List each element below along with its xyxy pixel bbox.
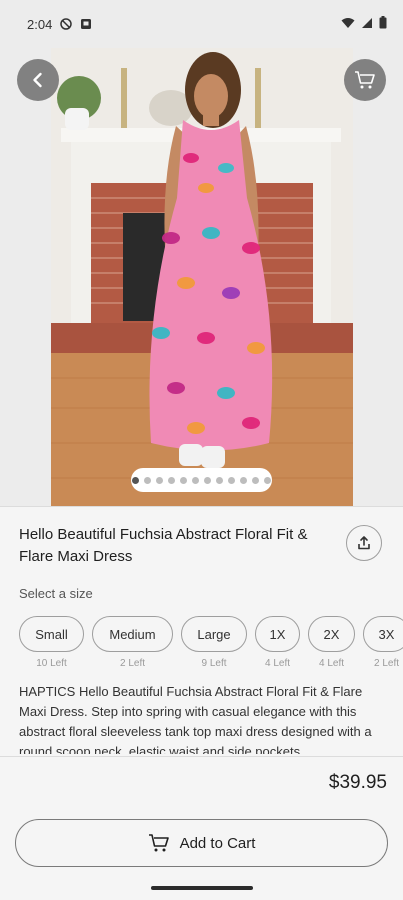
add-to-cart-button[interactable]: Add to Cart xyxy=(15,819,388,867)
cart-button[interactable] xyxy=(344,59,386,101)
divider xyxy=(0,756,403,757)
stock-left: 10 Left xyxy=(36,658,67,669)
share-button[interactable] xyxy=(346,525,382,561)
product-title: Hello Beautiful Fuchsia Abstract Floral … xyxy=(19,526,308,565)
pager-dot[interactable] xyxy=(180,476,187,484)
size-section-label: Select a size xyxy=(19,586,93,601)
stock-left: 2 Left xyxy=(119,658,146,669)
size-option-3x: 3X 2 Left xyxy=(363,616,403,669)
stock-left: 4 Left xyxy=(318,658,345,669)
back-button[interactable] xyxy=(17,59,59,101)
size-option-medium: Medium 2 Left xyxy=(92,616,173,669)
home-indicator[interactable] xyxy=(151,886,253,890)
cart-icon xyxy=(148,834,169,852)
stock-left: 9 Left xyxy=(201,658,227,669)
size-option-2x: 2X 4 Left xyxy=(308,616,355,669)
pager-dot[interactable] xyxy=(168,476,175,484)
size-chip[interactable]: 3X xyxy=(363,616,403,652)
pager-dot[interactable] xyxy=(228,476,235,484)
cart-icon xyxy=(355,71,375,89)
product-photo[interactable] xyxy=(51,48,353,506)
pager-dot[interactable] xyxy=(132,476,139,484)
size-chip[interactable]: Large xyxy=(181,616,247,652)
share-icon xyxy=(358,536,370,550)
status-time: 2:04 xyxy=(27,16,53,32)
pager-dot[interactable] xyxy=(240,476,247,484)
product-description: HAPTICS Hello Beautiful Fuchsia Abstract… xyxy=(19,684,372,754)
image-pager-dots[interactable] xyxy=(131,468,272,492)
product-price: $39.95 xyxy=(328,772,387,793)
size-chip[interactable]: Small xyxy=(19,616,84,652)
status-right xyxy=(341,16,387,32)
chevron-left-icon xyxy=(33,72,42,88)
pager-dot[interactable] xyxy=(192,476,199,484)
size-option-1x: 1X 4 Left xyxy=(255,616,300,669)
stock-left: 2 Left xyxy=(373,658,400,669)
size-option-small: Small 10 Left xyxy=(19,616,84,669)
size-chip[interactable]: Medium xyxy=(92,616,173,652)
status-left: 2:04 xyxy=(27,17,92,32)
battery-icon xyxy=(379,16,387,32)
pager-dot[interactable] xyxy=(264,476,271,484)
pager-dot[interactable] xyxy=(144,476,151,484)
signal-icon xyxy=(361,17,373,32)
notification-icon xyxy=(80,18,92,30)
image-gallery[interactable] xyxy=(0,48,403,506)
pager-dot[interactable] xyxy=(252,476,259,484)
size-chip[interactable]: 2X xyxy=(308,616,355,652)
size-option-large: Large 9 Left xyxy=(181,616,247,669)
stock-left: 4 Left xyxy=(264,658,291,669)
size-chip[interactable]: 1X xyxy=(255,616,300,652)
size-selector: Small 10 Left Medium 2 Left Large 9 Left… xyxy=(19,616,403,674)
do-not-disturb-icon xyxy=(60,18,73,30)
pager-dot[interactable] xyxy=(156,476,163,484)
pager-dot[interactable] xyxy=(216,476,223,484)
wifi-icon xyxy=(341,17,355,32)
add-to-cart-label: Add to Cart xyxy=(179,834,256,852)
pager-dot[interactable] xyxy=(204,476,211,484)
divider xyxy=(0,506,403,507)
status-bar: 2:04 xyxy=(0,0,403,48)
